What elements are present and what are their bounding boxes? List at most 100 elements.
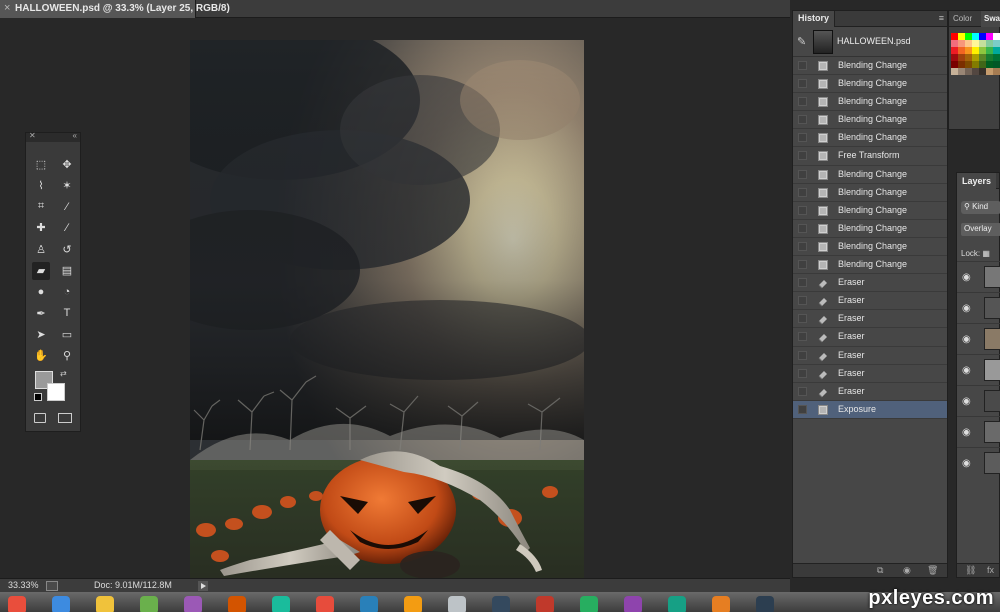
screen-mode-icon[interactable] — [58, 413, 72, 423]
tab-color[interactable]: Color — [953, 14, 972, 23]
color-swatch[interactable] — [986, 68, 993, 75]
brush-tool[interactable]: ∕ — [58, 219, 76, 237]
tab-swatches[interactable]: Swat — [981, 11, 1000, 27]
layer-style-icon[interactable]: fx — [987, 565, 994, 575]
layer-row[interactable]: ◉ — [957, 261, 1000, 292]
color-swatch[interactable] — [958, 68, 965, 75]
dock-app-icon[interactable] — [536, 596, 554, 612]
color-swatch[interactable] — [972, 33, 979, 40]
color-swatch[interactable] — [972, 54, 979, 61]
pen-tool[interactable]: ✒ — [32, 304, 50, 322]
history-brush-tool[interactable]: ↺ — [58, 240, 76, 258]
dodge-tool[interactable]: ◔ — [58, 283, 76, 301]
color-swatch[interactable] — [986, 54, 993, 61]
color-swatch[interactable] — [993, 47, 1000, 54]
history-source-checkbox[interactable] — [798, 260, 807, 270]
history-source-checkbox[interactable] — [798, 241, 807, 251]
new-document-from-state-icon[interactable]: ⧉ — [877, 565, 883, 576]
history-state[interactable]: Blending Change — [793, 220, 947, 238]
history-state[interactable]: Free Transform — [793, 147, 947, 166]
color-swatch[interactable] — [986, 40, 993, 47]
color-swatch[interactable] — [965, 40, 972, 47]
swap-colors-icon[interactable]: ⇄ — [60, 369, 67, 378]
history-state[interactable]: Blending Change — [793, 202, 947, 220]
history-state[interactable]: Blending Change — [793, 129, 947, 148]
new-snapshot-icon[interactable]: ◉ — [903, 565, 911, 576]
history-source-checkbox[interactable] — [798, 187, 807, 197]
history-source-checkbox[interactable] — [798, 332, 807, 342]
dock-app-icon[interactable] — [624, 596, 642, 612]
healing-brush-tool[interactable]: ✚ — [32, 219, 50, 237]
quick-mask-icon[interactable] — [34, 413, 46, 423]
layer-filter-kind[interactable]: ⚲ Kind — [961, 201, 1000, 214]
tools-panel-header[interactable]: ✕ « — [26, 131, 80, 142]
rectangle-tool[interactable]: ▭ — [58, 325, 76, 343]
status-share-icon[interactable] — [46, 581, 58, 591]
crop-tool[interactable]: ⌗ — [32, 198, 50, 216]
layer-row[interactable]: ◉ — [957, 416, 1000, 447]
history-state[interactable]: Blending Change — [793, 184, 947, 202]
color-swatch[interactable] — [986, 47, 993, 54]
layer-row[interactable]: ◉ — [957, 385, 1000, 416]
hand-tool[interactable]: ✋ — [32, 347, 50, 365]
layer-visibility-icon[interactable]: ◉ — [962, 334, 971, 345]
blend-mode-select[interactable]: Overlay — [961, 223, 1000, 236]
layer-row[interactable]: ◉ — [957, 323, 1000, 354]
history-source-checkbox[interactable] — [798, 386, 807, 396]
layer-row[interactable]: ◉ — [957, 447, 1000, 478]
history-source-checkbox[interactable] — [798, 61, 807, 70]
history-snapshot[interactable]: ✎ HALLOWEEN.psd — [793, 27, 947, 57]
color-swatch[interactable] — [965, 61, 972, 68]
panel-menu-icon[interactable]: ≡ — [939, 13, 944, 23]
color-swatch[interactable] — [979, 40, 986, 47]
history-state[interactable]: Blending Change — [793, 57, 947, 76]
dock-app-icon[interactable] — [184, 596, 202, 612]
layer-visibility-icon[interactable]: ◉ — [962, 272, 971, 283]
color-swatch[interactable] — [951, 54, 958, 61]
color-swatch[interactable] — [986, 33, 993, 40]
dock-app-icon[interactable] — [492, 596, 510, 612]
dock-app-icon[interactable] — [756, 596, 774, 612]
layer-row[interactable]: ◉ — [957, 292, 1000, 323]
color-swatch[interactable] — [951, 33, 958, 40]
history-state[interactable]: Blending Change — [793, 166, 947, 184]
color-swatch[interactable] — [958, 40, 965, 47]
history-state[interactable]: Eraser — [793, 347, 947, 365]
color-swatch[interactable] — [993, 40, 1000, 47]
color-swatch[interactable] — [965, 33, 972, 40]
color-swatch[interactable] — [951, 61, 958, 68]
document-tab[interactable]: × HALLOWEEN.psd @ 33.3% (Layer 25, RGB/8… — [0, 0, 230, 18]
zoom-level[interactable]: 33.33% — [8, 580, 39, 590]
history-source-checkbox[interactable] — [798, 350, 807, 360]
eyedropper-tool[interactable]: ⁄ — [58, 198, 76, 216]
color-swatch[interactable] — [993, 54, 1000, 61]
history-source-checkbox[interactable] — [798, 79, 807, 89]
document-canvas-image[interactable] — [190, 40, 584, 594]
layer-row[interactable]: ◉ — [957, 354, 1000, 385]
tab-history[interactable]: History — [793, 11, 836, 27]
color-swatch[interactable] — [993, 68, 1000, 75]
history-source-checkbox[interactable] — [798, 314, 807, 324]
color-swatch[interactable] — [986, 61, 993, 68]
history-source-checkbox[interactable] — [798, 205, 807, 215]
link-layers-icon[interactable]: ⛓ — [965, 565, 976, 576]
dock-app-icon[interactable] — [272, 596, 290, 612]
history-state[interactable]: Blending Change — [793, 238, 947, 257]
type-tool[interactable]: T — [58, 304, 76, 322]
layer-visibility-icon[interactable]: ◉ — [962, 303, 971, 314]
path-selection-tool[interactable]: ➤ — [32, 325, 50, 343]
color-swatch[interactable] — [972, 47, 979, 54]
tab-layers[interactable]: Layers — [957, 173, 997, 189]
dock-app-icon[interactable] — [712, 596, 730, 612]
delete-state-icon[interactable]: 🗑 — [927, 565, 938, 576]
dock-app-icon[interactable] — [8, 596, 26, 612]
color-swatch[interactable] — [965, 54, 972, 61]
history-state[interactable]: Eraser — [793, 310, 947, 329]
lock-transparency-icon[interactable]: ▦ — [982, 249, 990, 258]
dock-app-icon[interactable] — [360, 596, 378, 612]
color-swatch[interactable] — [972, 61, 979, 68]
color-swatch[interactable] — [993, 33, 1000, 40]
dock-app-icon[interactable] — [316, 596, 334, 612]
color-swatch[interactable] — [965, 68, 972, 75]
history-source-checkbox[interactable] — [798, 169, 807, 179]
